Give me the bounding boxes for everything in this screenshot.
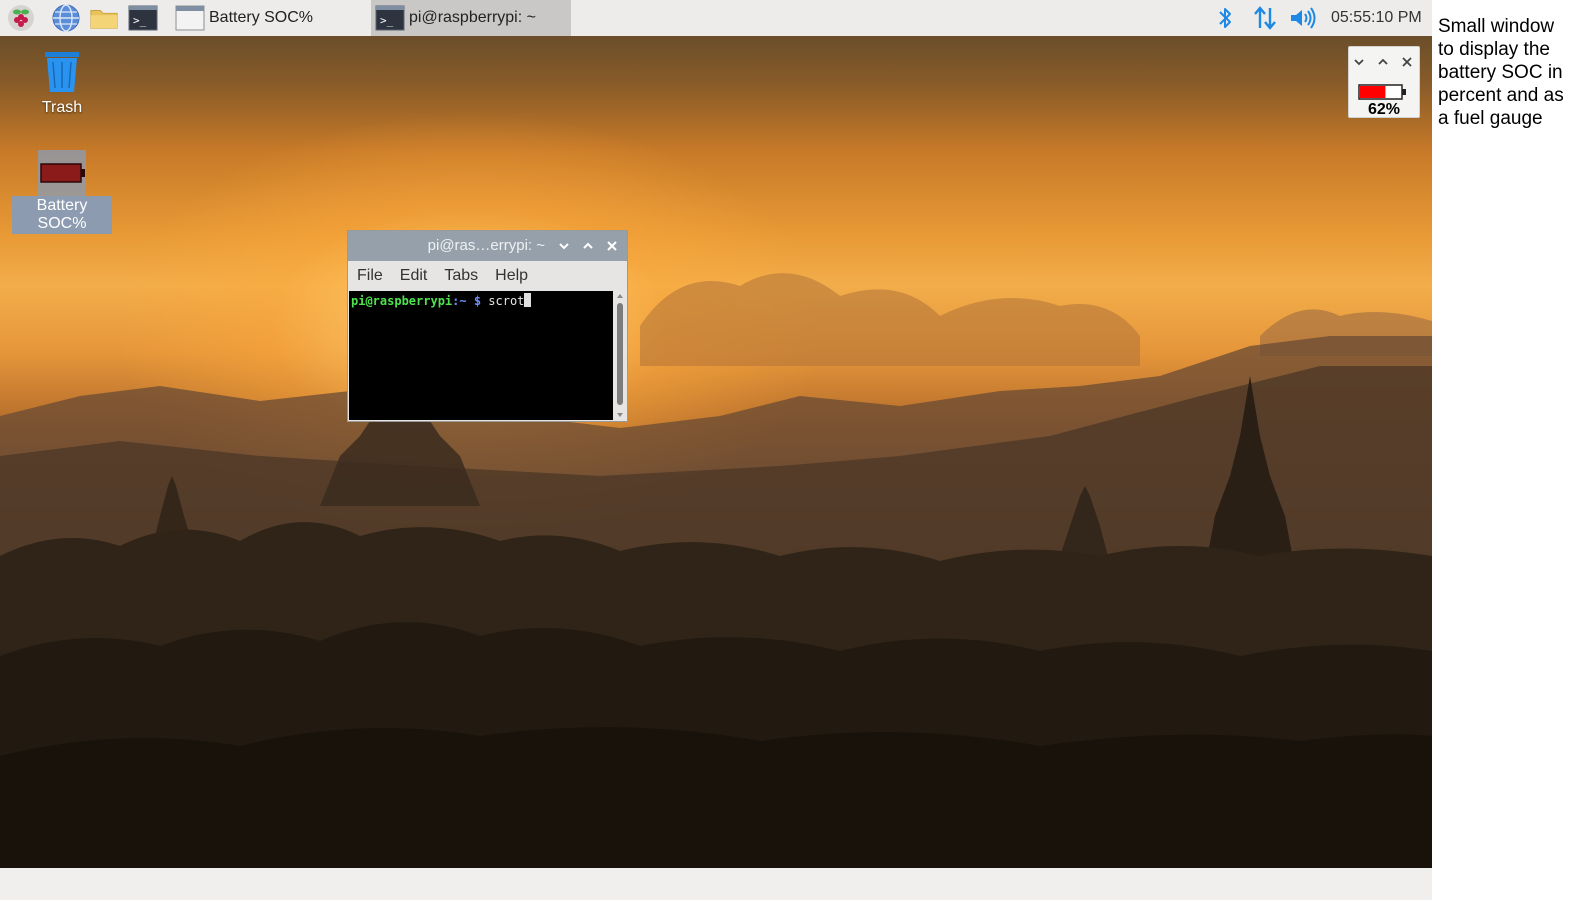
battery-soc-window[interactable]: 62% [1348,46,1420,118]
scroll-down-icon [617,413,623,417]
close-button[interactable] [603,237,621,255]
battery-gauge-fill [1360,86,1386,98]
terminal-icon: >_ [375,5,405,31]
taskbar-task-label: pi@raspberrypi: ~ [409,9,536,26]
battery-percent-label: 62% [1367,101,1401,118]
bottom-strip [0,868,1432,900]
menu-tabs[interactable]: Tabs [444,267,478,285]
menu-edit[interactable]: Edit [400,267,428,285]
volume-icon[interactable] [1288,3,1318,33]
command-text: scrot [481,294,525,308]
desktop-icon-label: Battery SOC% [12,196,112,234]
terminal-scrollbar[interactable] [614,291,626,420]
window-title: pi@ras…errypi: ~ [427,237,545,254]
prompt-user: pi@raspberrypi [351,294,453,308]
web-browser-icon[interactable] [51,3,81,33]
terminal-menubar: File Edit Tabs Help [348,261,627,291]
maximize-button[interactable] [579,237,597,255]
minimize-button[interactable] [555,237,573,255]
taskbar-task-label: Battery SOC% [209,9,314,26]
battery-gauge [1358,84,1406,100]
chevron-up-icon [1378,58,1388,65]
annotation-text: Small window to display the battery SOC … [1438,16,1564,129]
maximize-button[interactable] [1376,55,1390,69]
taskbar-task-battery-soc[interactable]: Battery SOC% [171,0,371,36]
desktop-icon-battery-soc[interactable]: Battery SOC% [12,150,112,234]
raspberry-menu-icon[interactable] [6,3,36,33]
svg-text:>_: >_ [380,14,394,27]
wallpaper-landscape [0,273,1432,868]
file-manager-icon[interactable] [89,3,119,33]
terminal-icon[interactable]: >_ [128,3,158,33]
window-icon [175,5,205,31]
scroll-up-icon [617,294,623,298]
terminal-titlebar[interactable]: pi@ras…errypi: ~ [348,231,627,261]
terminal-window[interactable]: pi@ras…errypi: ~ File Edit Tabs Help pi@… [347,230,628,422]
trash-icon [37,48,87,98]
bluetooth-icon[interactable] [1213,3,1237,33]
battery-gauge-terminal [1402,89,1406,95]
menu-help[interactable]: Help [495,267,528,285]
prompt-path: :~ $ [452,294,482,308]
desktop-icon-trash[interactable]: Trash [22,48,102,118]
clock[interactable]: 05:55:10 PM [1331,0,1422,36]
terminal-screen[interactable]: pi@raspberrypi:~ $ scrot [349,291,613,420]
desktop-icon-label: Trash [41,99,83,116]
text-cursor [524,293,532,307]
chevron-down-icon [559,243,569,250]
menu-file[interactable]: File [357,267,383,285]
taskbar-task-terminal[interactable]: >_ pi@raspberrypi: ~ [371,0,571,36]
desktop[interactable]: Trash Battery SOC% [0,36,1432,868]
close-icon [607,241,617,251]
close-icon [1402,57,1412,67]
chevron-down-icon [1354,59,1364,66]
battery-icon [38,150,86,196]
chevron-up-icon [583,242,593,249]
close-button[interactable] [1400,55,1414,69]
svg-text:>_: >_ [133,14,147,27]
taskbar: >_ Battery SOC% >_ pi@raspberrypi: ~ 05:… [0,0,1432,37]
scrollbar-thumb[interactable] [617,303,623,405]
network-icon[interactable] [1251,3,1279,33]
minimize-button[interactable] [1352,55,1366,69]
